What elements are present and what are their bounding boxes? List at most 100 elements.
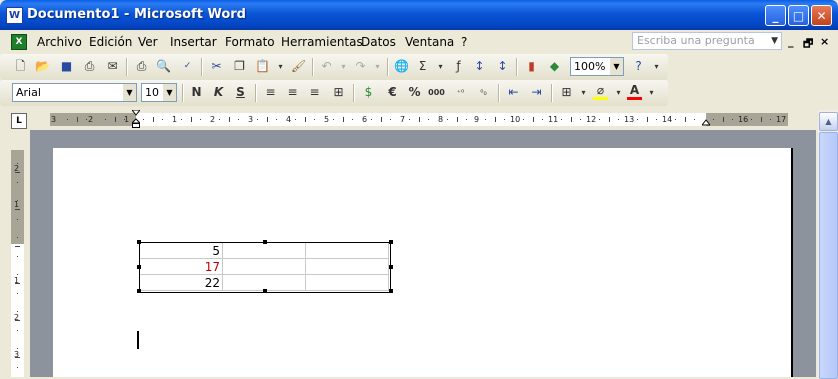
new-document-icon[interactable]: 🗋	[12, 58, 29, 75]
fill-color-dropdown-icon[interactable]: ▾	[610, 84, 627, 101]
save-icon[interactable]: ■	[58, 58, 75, 75]
decrease-indent-icon[interactable]: ⇤	[505, 84, 522, 101]
document-area[interactable]: 5 17 22	[30, 130, 816, 377]
spelling-icon[interactable]: ✓	[179, 58, 196, 75]
ruler-dot	[17, 293, 18, 294]
font-color-icon[interactable]: A	[626, 84, 643, 101]
print-icon[interactable]: ⎙	[133, 58, 150, 75]
align-right-icon[interactable]: ≡	[306, 84, 323, 101]
ruler-dot	[580, 119, 581, 120]
thousands-button[interactable]: 000	[428, 84, 445, 101]
align-center-icon[interactable]: ≡	[284, 84, 301, 101]
chevron-down-icon[interactable]: ▼	[123, 84, 136, 101]
menu-ventana[interactable]: Ventana	[405, 35, 454, 49]
vertical-ruler[interactable]: 2 1 1 2 3	[11, 150, 24, 377]
minimize-button[interactable]: _	[765, 5, 786, 26]
resize-handle[interactable]	[389, 240, 393, 244]
undo-icon[interactable]: ↶	[318, 58, 335, 75]
indent-marker[interactable]	[130, 109, 142, 129]
fill-color-icon[interactable]: ⌀	[592, 84, 609, 101]
euro-button[interactable]: €	[384, 84, 401, 101]
menu-edicion[interactable]: Edición	[89, 35, 132, 49]
menu-ver[interactable]: Ver	[138, 35, 158, 49]
align-left-icon[interactable]: ≡	[262, 84, 279, 101]
menu-archivo[interactable]: Archivo	[37, 35, 82, 49]
ruler-tick	[115, 117, 116, 122]
excel-object-icon[interactable]: X	[11, 34, 27, 50]
bold-button[interactable]: N	[188, 84, 205, 101]
hyperlink-icon[interactable]: 🌐	[393, 58, 410, 75]
autosum-icon[interactable]: Σ	[414, 58, 431, 75]
undo-dropdown-icon[interactable]: ▾	[335, 58, 352, 75]
font-size-select[interactable]: 10 ▼	[141, 83, 177, 102]
scroll-up-button[interactable]: ▲	[819, 112, 838, 131]
increase-decimal-icon[interactable]: ⁺⁰	[452, 84, 469, 101]
autosum-dropdown-icon[interactable]: ▾	[432, 58, 449, 75]
resize-handle[interactable]	[137, 265, 141, 269]
paste-dropdown-icon[interactable]: ▾	[272, 58, 289, 75]
borders-dropdown-icon[interactable]: ▾	[575, 84, 592, 101]
chart-wizard-icon[interactable]: ▮	[523, 58, 540, 75]
percent-button[interactable]: %	[406, 84, 423, 101]
zoom-select[interactable]: 100% ▼	[570, 57, 624, 76]
doc-restore-button[interactable]: 🗗	[803, 35, 813, 54]
underline-button[interactable]: S	[232, 84, 249, 101]
vertical-scrollbar[interactable]: ▲	[818, 110, 838, 379]
font-select[interactable]: Arial ▼	[12, 83, 137, 102]
menu-formato[interactable]: Formato	[225, 35, 275, 49]
sort-descending-icon[interactable]: ↕	[494, 58, 511, 75]
scroll-thumb[interactable]	[819, 132, 838, 379]
chevron-down-icon[interactable]: ▼	[771, 33, 778, 49]
open-folder-icon[interactable]: 📂	[34, 58, 51, 75]
permission-icon[interactable]: ⎙	[81, 58, 98, 75]
resize-handle[interactable]	[263, 240, 267, 244]
resize-handle[interactable]	[137, 240, 141, 244]
format-painter-icon[interactable]: 🖌	[290, 58, 307, 75]
increase-indent-icon[interactable]: ⇥	[528, 84, 545, 101]
italic-button[interactable]: K	[210, 84, 227, 101]
menu-insertar[interactable]: Insertar	[170, 35, 217, 49]
cut-icon[interactable]: ✂	[208, 58, 225, 75]
decrease-decimal-icon[interactable]: ⁰₀	[475, 84, 492, 101]
ruler-number: 13	[624, 115, 635, 124]
resize-handle[interactable]	[263, 289, 267, 293]
paste-icon[interactable]: 📋	[254, 58, 271, 75]
ruler-tick	[647, 117, 648, 122]
word-app-icon[interactable]: W	[6, 7, 23, 24]
drawing-icon[interactable]: ◆	[546, 58, 563, 75]
horizontal-ruler[interactable]: 3 2 1 1 2 3 4 5 6 7 8 9 10 11 12 13 14 1…	[50, 109, 788, 129]
help-search-input[interactable]: Escriba una pregunta ▼	[632, 32, 782, 50]
redo-icon[interactable]: ↷	[352, 58, 369, 75]
sort-ascending-icon[interactable]: ↕	[471, 58, 488, 75]
merge-center-icon[interactable]: ⊞	[330, 84, 347, 101]
menu-herramientas[interactable]: Herramientas	[281, 35, 363, 49]
currency-icon[interactable]: $	[360, 84, 377, 101]
print-preview-icon[interactable]: 🔍	[155, 58, 172, 75]
chevron-down-icon[interactable]: ▼	[163, 84, 176, 101]
toolbar-options-icon[interactable]: ▾	[648, 58, 665, 75]
close-button[interactable]: ✕	[811, 5, 832, 26]
doc-close-button[interactable]: ×	[820, 35, 829, 48]
chevron-down-icon[interactable]: ▼	[610, 58, 623, 75]
ruler-tick	[15, 246, 20, 247]
resize-handle[interactable]	[389, 289, 393, 293]
tab-selector[interactable]: L	[11, 113, 27, 129]
menu-help[interactable]: ?	[461, 35, 467, 49]
resize-handle[interactable]	[137, 289, 141, 293]
resize-handle[interactable]	[389, 265, 393, 269]
right-indent-marker[interactable]	[700, 117, 712, 126]
borders-icon[interactable]: ⊞	[558, 84, 575, 101]
email-icon[interactable]: ✉	[104, 58, 121, 75]
insert-function-icon[interactable]: ƒ	[450, 58, 467, 75]
help-icon[interactable]: ?	[630, 58, 647, 75]
menu-datos[interactable]: Datos	[361, 35, 396, 49]
maximize-button[interactable]: □	[788, 5, 809, 26]
title-bar[interactable]: W Documento1 - Microsoft Word _ □ ✕	[0, 0, 838, 30]
font-color-dropdown-icon[interactable]: ▾	[643, 84, 660, 101]
doc-minimize-button[interactable]: _	[788, 35, 794, 48]
ruler-dot	[751, 119, 752, 120]
copy-icon[interactable]: ❐	[231, 58, 248, 75]
document-page[interactable]: 5 17 22	[53, 148, 793, 377]
redo-dropdown-icon[interactable]: ▾	[369, 58, 386, 75]
ruler-number: 17	[776, 115, 787, 124]
